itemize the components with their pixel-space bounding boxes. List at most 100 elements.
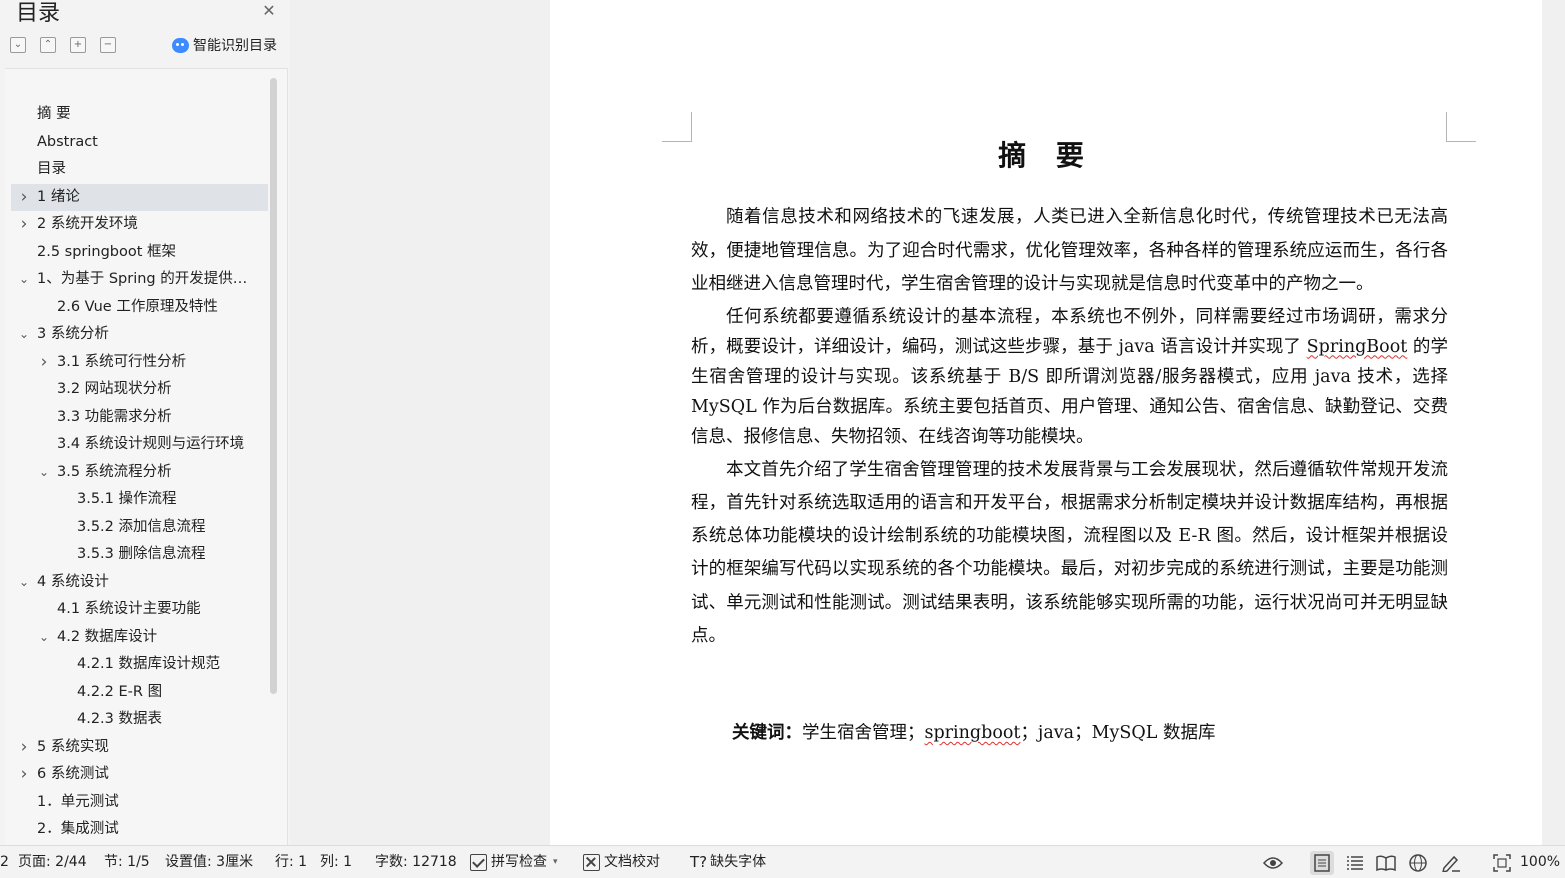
toc-item[interactable]: 3.5.2 添加信息流程 (11, 514, 268, 542)
reading-view-icon[interactable] (1374, 851, 1398, 875)
close-icon[interactable]: ✕ (260, 2, 278, 20)
toc-item[interactable]: 4.2.3 数据表 (11, 706, 268, 734)
checkbox-icon (470, 854, 487, 871)
toc-item[interactable]: 4.2.2 E-R 图 (11, 679, 268, 707)
web-view-icon[interactable] (1406, 851, 1430, 875)
proofread-label: 文档校对 (604, 854, 660, 870)
toc-sidebar: 目录 ✕ ⌄ ⌃ + − 智能识别目录 摘 要 Abstract 目录 › 1 绪论 › 2… (0, 0, 290, 845)
toc-item-label: 4.2.3 数据表 (77, 711, 163, 727)
toc-item[interactable]: 2.6 Vue 工作原理及特性 (11, 294, 268, 322)
missing-font-button[interactable]: T? 缺失字体 (690, 846, 766, 878)
paragraph-2: 任何系统都要遵循系统设计的基本流程，本系统也不例外，同样需要经过市场调研，需求分… (691, 302, 1448, 452)
sidebar-scrollbar[interactable] (270, 78, 277, 694)
expand-all-icon[interactable]: ⌄ (10, 37, 26, 53)
status-edge-text: 2 (0, 854, 9, 870)
status-bar: 2 页面: 2/44 节: 1/5 设置值: 3厘米 行: 1 列: 1 字数:… (0, 845, 1565, 878)
workspace-gap (294, 0, 550, 845)
spell-check-button[interactable]: 拼写检查 ▾ (470, 846, 558, 878)
toc-item-label: 2．集成测试 (37, 821, 119, 837)
toc-item-label: 目录 (37, 161, 66, 177)
toc-item[interactable]: 摘 要 (11, 101, 268, 129)
toc-item-label: 3.4 系统设计规则与运行环境 (57, 436, 245, 452)
toc-item[interactable]: ⌄ 3 系统分析 (11, 321, 268, 349)
toc-item[interactable]: 4.1 系统设计主要功能 (11, 596, 268, 624)
fit-page-icon[interactable] (1490, 851, 1514, 875)
toc-item-label: 4.2 数据库设计 (57, 628, 158, 645)
toc-item[interactable]: › 1 绪论 (11, 183, 268, 212)
toc-item[interactable]: ⌄ 1、为基于 Spring 的开发提供更快的入门体验 (11, 266, 268, 294)
document-page[interactable]: 摘 要 随着信息技术和网络技术的飞速发展，人类已进入全新信息化时代，传统管理技术… (550, 0, 1542, 845)
toc-item-label: 1．单元测试 (37, 793, 119, 810)
toc-item[interactable]: 2.5 springboot 框架 (11, 239, 268, 267)
toc-item[interactable]: 1．单元测试 (11, 789, 268, 817)
toc-item-label: Abstract (37, 133, 98, 150)
toc-item[interactable]: Abstract (11, 129, 268, 157)
keyword-rest: ；java；MySQL 数据库 (1020, 723, 1216, 743)
toc-item[interactable]: 3.3 功能需求分析 (11, 404, 268, 432)
add-level-icon[interactable]: + (70, 37, 86, 53)
chevron-right-icon[interactable]: › (17, 761, 31, 789)
toc-item-label: 2.5 springboot 框架 (37, 243, 177, 260)
chevron-right-icon[interactable]: › (37, 349, 51, 377)
toc-item-label: 3.2 网站现状分析 (57, 381, 172, 397)
toc-item-label: 2.6 Vue 工作原理及特性 (57, 298, 218, 315)
chevron-down-icon[interactable]: ⌄ (17, 266, 31, 294)
document-body[interactable]: 随着信息技术和网络技术的飞速发展，人类已进入全新信息化时代，传统管理技术已无法高… (691, 201, 1448, 653)
toc-item[interactable]: ⌄ 4.2 数据库设计 (11, 624, 268, 652)
chevron-right-icon[interactable]: › (17, 734, 31, 762)
toc-item-label: 1 绪论 (37, 188, 80, 205)
toc-item[interactable]: › 5 系统实现 (11, 734, 268, 762)
toc-item-label: 3 系统分析 (37, 326, 109, 342)
toc-item-label: 3.5.1 操作流程 (77, 491, 177, 507)
toc-item[interactable]: ⌄ 3.5 系统流程分析 (11, 459, 268, 487)
toc-item[interactable]: 4.2.1 数据库设计规范 (11, 651, 268, 679)
collapse-all-icon[interactable]: ⌃ (40, 37, 56, 53)
page-view-icon[interactable] (1310, 851, 1334, 875)
toc-item[interactable]: 目录 (11, 156, 268, 184)
page-title: 摘 要 (998, 139, 1094, 172)
chevron-down-icon[interactable]: ⌄ (37, 459, 51, 487)
toc-item[interactable]: 3.2 网站现状分析 (11, 376, 268, 404)
chevron-down-icon[interactable]: ⌄ (17, 569, 31, 597)
toc-item-label: 摘 要 (37, 106, 71, 122)
toc-item[interactable]: ⌄ 4 系统设计 (11, 569, 268, 597)
pen-icon[interactable] (1439, 851, 1463, 875)
toc-item[interactable]: 3.5.3 删除信息流程 (11, 541, 268, 569)
outline-view-icon[interactable] (1343, 851, 1367, 875)
chevron-down-icon[interactable]: ⌄ (37, 624, 51, 652)
spell-error-keyword: springboot (924, 723, 1021, 743)
column-indicator: 列: 1 (320, 854, 353, 870)
keywords-label: 关键词： (732, 723, 802, 743)
toc-item-label: 3.5.3 删除信息流程 (77, 546, 206, 562)
document-scrollbar[interactable] (1542, 0, 1565, 845)
toc-item[interactable]: 3.4 系统设计规则与运行环境 (11, 431, 268, 459)
eye-protect-icon[interactable] (1261, 851, 1285, 875)
word-count[interactable]: 字数: 12718 (375, 846, 457, 878)
toc-item-label: 3.5 系统流程分析 (57, 463, 172, 480)
setting-value[interactable]: 设置值: 3厘米 (165, 846, 253, 878)
toc-item-label: 4.2.1 数据库设计规范 (77, 656, 221, 672)
toc-item-label: 3.1 系统可行性分析 (57, 353, 187, 370)
keyword-1: 学生宿舍管理； (802, 723, 925, 743)
page-indicator[interactable]: 页面: 2/44 (18, 846, 87, 878)
toc-list: 摘 要 Abstract 目录 › 1 绪论 › 2 系统开发环境 2.5 springboo… (11, 101, 268, 844)
missing-font-label: 缺失字体 (710, 854, 767, 870)
spell-check-label: 拼写检查 (491, 854, 547, 870)
toc-item[interactable]: › 3.1 系统可行性分析 (11, 349, 268, 377)
toc-item[interactable]: 3.5.1 操作流程 (11, 486, 268, 514)
toc-item[interactable]: › 2 系统开发环境 (11, 211, 268, 239)
toc-item[interactable]: 2．集成测试 (11, 816, 268, 844)
remove-level-icon[interactable]: − (100, 37, 116, 53)
chevron-right-icon[interactable]: › (17, 184, 31, 212)
proofread-button[interactable]: 文档校对 (583, 846, 660, 878)
toc-item-label: 5 系统实现 (37, 738, 109, 755)
smart-toc-button[interactable]: 智能识别目录 (172, 35, 277, 55)
section-indicator[interactable]: 节: 1/5 (104, 846, 150, 878)
chevron-down-icon[interactable]: ⌄ (17, 321, 31, 349)
smart-toc-label: 智能识别目录 (193, 38, 277, 54)
chevron-right-icon[interactable]: › (17, 211, 31, 239)
toc-item[interactable]: › 6 系统测试 (11, 761, 268, 789)
zoom-level[interactable]: 100% (1520, 846, 1560, 878)
chevron-down-icon: ▾ (553, 857, 558, 867)
paragraph-1: 随着信息技术和网络技术的飞速发展，人类已进入全新信息化时代，传统管理技术已无法高… (691, 207, 1448, 294)
